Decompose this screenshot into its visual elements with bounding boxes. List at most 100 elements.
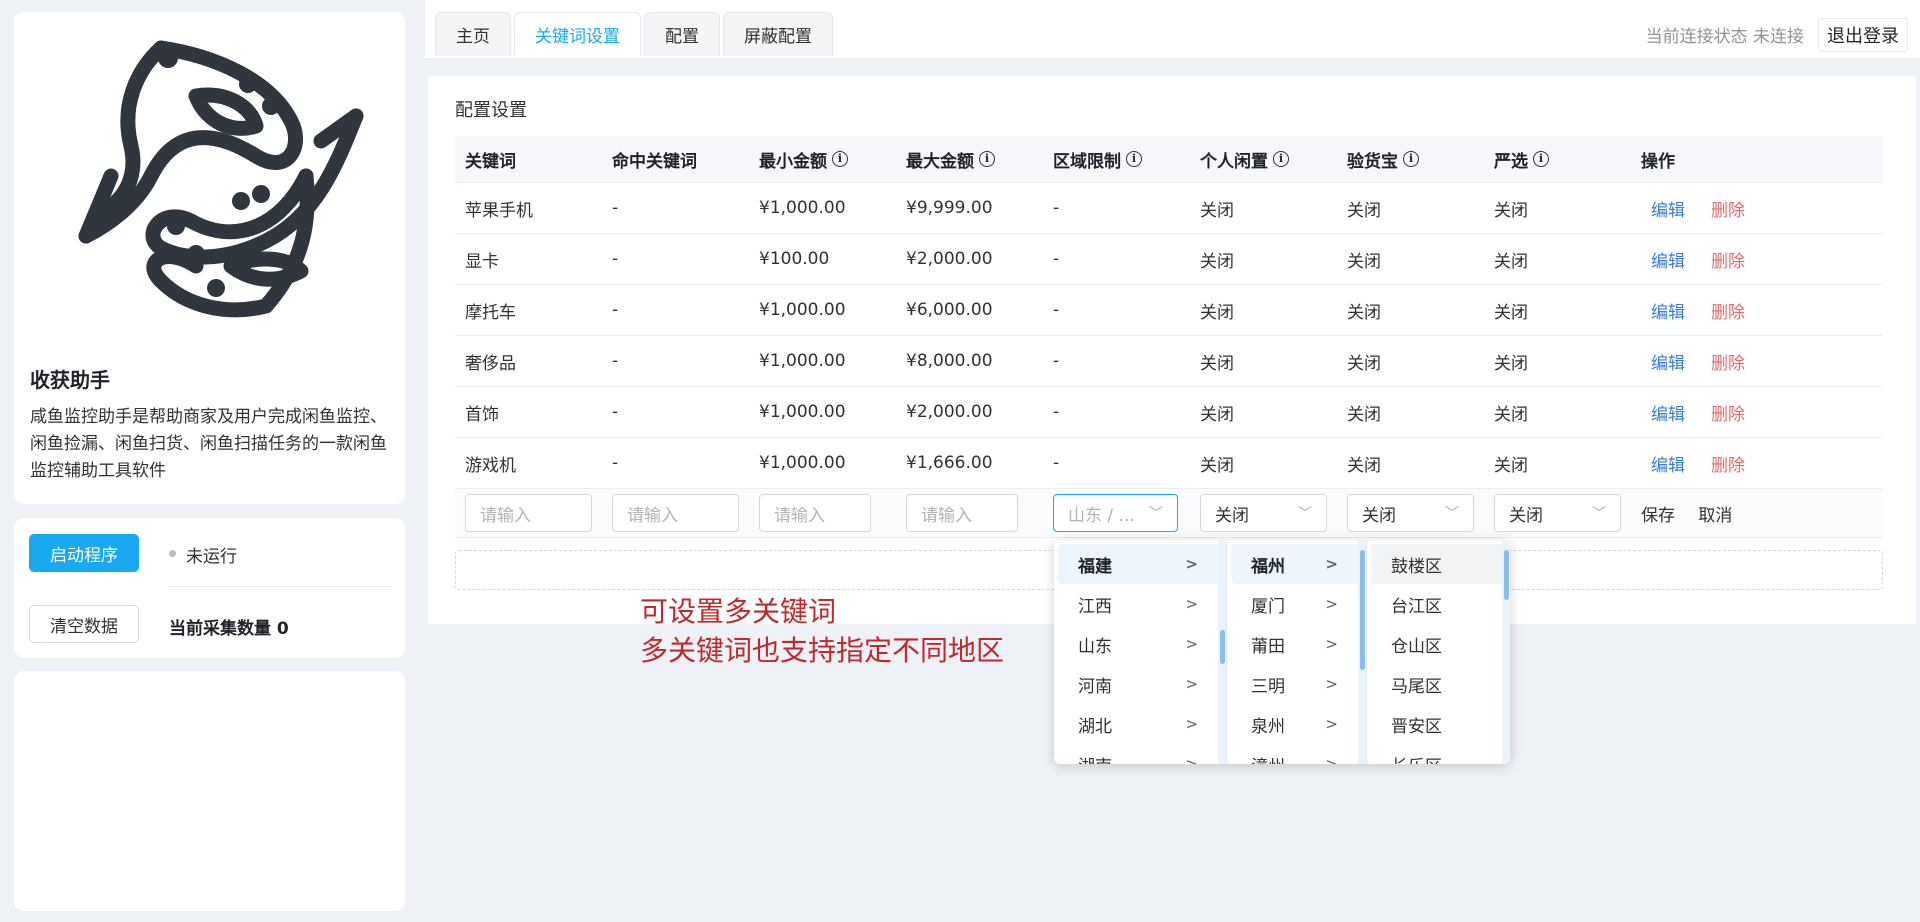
row-actions: 编辑 删除 — [1631, 400, 1836, 425]
city-item[interactable]: 莆田 > — [1231, 624, 1362, 664]
tab-keyword-settings[interactable]: 关键词设置 — [514, 12, 641, 56]
province-item[interactable]: 福建 > — [1058, 544, 1222, 584]
edit-button[interactable]: 编辑 — [1651, 201, 1685, 221]
delete-button[interactable]: 删除 — [1711, 405, 1745, 425]
delete-button[interactable]: 删除 — [1711, 303, 1745, 323]
district-item[interactable]: 鼓楼区 — [1371, 544, 1506, 584]
info-icon[interactable]: i — [1533, 151, 1549, 167]
district-item[interactable]: 晋安区 — [1371, 704, 1506, 744]
table-cell: 显卡 — [465, 251, 499, 272]
province-item[interactable]: 山东 > — [1058, 624, 1222, 664]
district-item[interactable]: 长乐区 — [1371, 744, 1506, 765]
hit-keyword-input[interactable]: 请输入 — [612, 494, 739, 532]
logout-button[interactable]: 退出登录 — [1818, 18, 1908, 52]
collect-count-label: 当前采集数量 0 — [169, 619, 289, 639]
table-cell: 关闭 — [1200, 455, 1234, 476]
edit-button[interactable]: 编辑 — [1651, 354, 1685, 374]
chevron-down-icon: ﹀ — [1298, 506, 1312, 522]
city-item[interactable]: 厦门 > — [1231, 584, 1362, 624]
col-max-amount: 最大金额 i — [896, 147, 1043, 172]
edit-button[interactable]: 编辑 — [1651, 303, 1685, 323]
col-personal: 个人闲置 i — [1190, 147, 1337, 172]
edit-button[interactable]: 编辑 — [1651, 252, 1685, 272]
strict-select[interactable]: 关闭 ﹀ — [1494, 494, 1621, 532]
table-row: 奢侈品 - ¥1,000.00 ¥8,000.00 - 关闭 关闭 关闭 编辑 删除 — [455, 336, 1883, 387]
table-cell: ¥2,000.00 — [906, 249, 993, 269]
city-column: 福州>厦门>莆田>三明>泉州>漳州> — [1227, 540, 1367, 764]
district-item[interactable]: 台江区 — [1371, 584, 1506, 624]
district-item[interactable]: 马尾区 — [1371, 664, 1506, 704]
delete-button[interactable]: 删除 — [1711, 201, 1745, 221]
personal-select[interactable]: 关闭 ﹀ — [1200, 494, 1327, 532]
table-cell: 关闭 — [1494, 251, 1528, 272]
table-cell: ¥2,000.00 — [906, 402, 993, 422]
control-card: 启动程序 未运行 清空数据 当前采集数量 0 — [14, 518, 405, 658]
district-item[interactable]: 仓山区 — [1371, 624, 1506, 664]
chevron-right-icon: > — [1185, 755, 1198, 764]
table-cell: 关闭 — [1494, 200, 1528, 221]
region-cascader-input[interactable]: 山东 / ... ﹀ — [1053, 494, 1178, 532]
table-cell: 关闭 — [1494, 302, 1528, 323]
edit-button[interactable]: 编辑 — [1651, 456, 1685, 476]
app-info-card: 收获助手 咸鱼监控助手是帮助商家及用户完成闲鱼监控、闲鱼捡漏、闲鱼扫货、闲鱼扫描… — [14, 12, 405, 504]
tab-config[interactable]: 配置 — [644, 12, 720, 56]
info-icon[interactable]: i — [1273, 151, 1289, 167]
col-region: 区域限制 i — [1043, 147, 1190, 172]
save-button[interactable]: 保存 — [1641, 506, 1675, 526]
cancel-button[interactable]: 取消 — [1698, 506, 1732, 526]
city-item[interactable]: 漳州> — [1231, 744, 1362, 764]
status-dot-icon — [169, 550, 176, 557]
table-cell: 关闭 — [1200, 251, 1234, 272]
table-cell: 摩托车 — [465, 302, 516, 323]
city-item[interactable]: 泉州 > — [1231, 704, 1362, 744]
chevron-down-icon: ﹀ — [1592, 506, 1606, 522]
table-cell: 奢侈品 — [465, 353, 516, 374]
table-row: 显卡 - ¥100.00 ¥2,000.00 - 关闭 关闭 关闭 编辑 删除 — [455, 234, 1883, 285]
col-strict: 严选 i — [1484, 147, 1631, 172]
delete-button[interactable]: 删除 — [1711, 252, 1745, 272]
row-actions: 编辑 删除 — [1631, 349, 1836, 374]
table-cell: 关闭 — [1494, 455, 1528, 476]
chevron-right-icon: > — [1185, 635, 1198, 653]
delete-button[interactable]: 删除 — [1711, 456, 1745, 476]
info-icon[interactable]: i — [832, 151, 848, 167]
info-icon[interactable]: i — [1403, 151, 1419, 167]
start-program-button[interactable]: 启动程序 — [29, 534, 139, 572]
tab-block-config[interactable]: 屏蔽配置 — [723, 12, 833, 56]
table-cell: 关闭 — [1200, 200, 1234, 221]
scrollbar[interactable] — [1358, 540, 1366, 764]
city-item[interactable]: 三明 > — [1231, 664, 1362, 704]
max-amount-input[interactable]: 请输入 — [906, 494, 1018, 532]
row-actions: 编辑 删除 — [1631, 247, 1836, 272]
province-item[interactable]: 河南 > — [1058, 664, 1222, 704]
tabs: 主页 关键词设置 配置 屏蔽配置 — [435, 12, 833, 56]
chevron-right-icon: > — [1185, 715, 1198, 733]
table-row: 摩托车 - ¥1,000.00 ¥6,000.00 - 关闭 关闭 关闭 编辑 删除 — [455, 285, 1883, 336]
info-icon[interactable]: i — [1126, 151, 1142, 167]
connection-status: 当前连接状态 未连接 — [1645, 27, 1804, 47]
table-cell: 首饰 — [465, 404, 499, 425]
edit-button[interactable]: 编辑 — [1651, 405, 1685, 425]
chevron-right-icon: > — [1325, 675, 1338, 693]
table-row: 首饰 - ¥1,000.00 ¥2,000.00 - 关闭 关闭 关闭 编辑 删除 — [455, 387, 1883, 438]
table-cell: ¥6,000.00 — [906, 300, 993, 320]
inspect-select[interactable]: 关闭 ﹀ — [1347, 494, 1474, 532]
info-icon[interactable]: i — [979, 151, 995, 167]
table-cell: 关闭 — [1494, 404, 1528, 425]
min-amount-input[interactable]: 请输入 — [759, 494, 871, 532]
table-cell: 关闭 — [1347, 251, 1381, 272]
delete-button[interactable]: 删除 — [1711, 354, 1745, 374]
clear-data-button[interactable]: 清空数据 — [29, 605, 139, 643]
scrollbar[interactable] — [1502, 540, 1510, 764]
chevron-right-icon: > — [1185, 555, 1198, 573]
keyword-input[interactable]: 请输入 — [465, 494, 592, 532]
chevron-right-icon: > — [1325, 635, 1338, 653]
city-item[interactable]: 福州 > — [1231, 544, 1362, 584]
province-item[interactable]: 湖南> — [1058, 744, 1222, 764]
tab-home[interactable]: 主页 — [435, 12, 511, 56]
scrollbar[interactable] — [1218, 540, 1226, 764]
province-item[interactable]: 湖北 > — [1058, 704, 1222, 744]
province-item[interactable]: 江西 > — [1058, 584, 1222, 624]
table-cell: 关闭 — [1347, 302, 1381, 323]
table-cell: 游戏机 — [465, 455, 516, 476]
